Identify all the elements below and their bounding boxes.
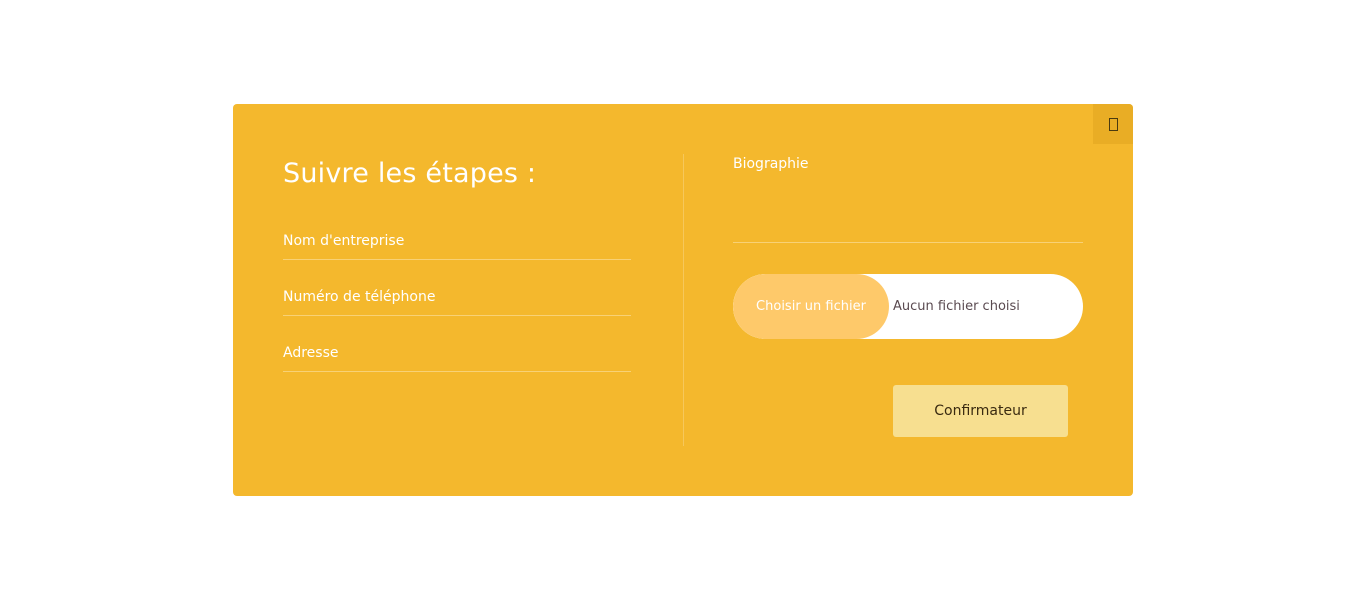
choose-file-button[interactable]: Choisir un fichier	[733, 274, 889, 339]
biography-placeholder: Biographie	[733, 156, 809, 172]
modal-title: Suivre les étapes :	[283, 158, 537, 189]
contact-fields: Nom d'entreprise Numéro de téléphone Adr…	[283, 204, 631, 372]
left-column: Suivre les étapes : Nom d'entreprise Num…	[283, 154, 631, 372]
address-underline	[283, 371, 631, 372]
close-icon	[1108, 117, 1118, 131]
phone-number-field[interactable]: Numéro de téléphone	[283, 260, 631, 316]
company-name-placeholder: Nom d'entreprise	[283, 233, 405, 249]
phone-number-placeholder: Numéro de téléphone	[283, 289, 436, 305]
file-status-text: Aucun fichier choisi	[893, 299, 1020, 314]
close-button[interactable]	[1093, 104, 1133, 144]
confirm-button[interactable]: Confirmateur	[893, 385, 1068, 437]
signup-modal: Suivre les étapes : Nom d'entreprise Num…	[233, 104, 1133, 496]
address-placeholder: Adresse	[283, 345, 339, 361]
biography-field[interactable]: Biographie	[733, 154, 1083, 243]
company-name-field[interactable]: Nom d'entreprise	[283, 204, 631, 260]
right-column: Biographie Choisir un fichier Aucun fich…	[733, 154, 1083, 437]
address-field[interactable]: Adresse	[283, 316, 631, 372]
biography-underline	[733, 242, 1083, 243]
column-divider	[683, 154, 684, 446]
file-input[interactable]: Choisir un fichier Aucun fichier choisi	[733, 274, 1083, 339]
